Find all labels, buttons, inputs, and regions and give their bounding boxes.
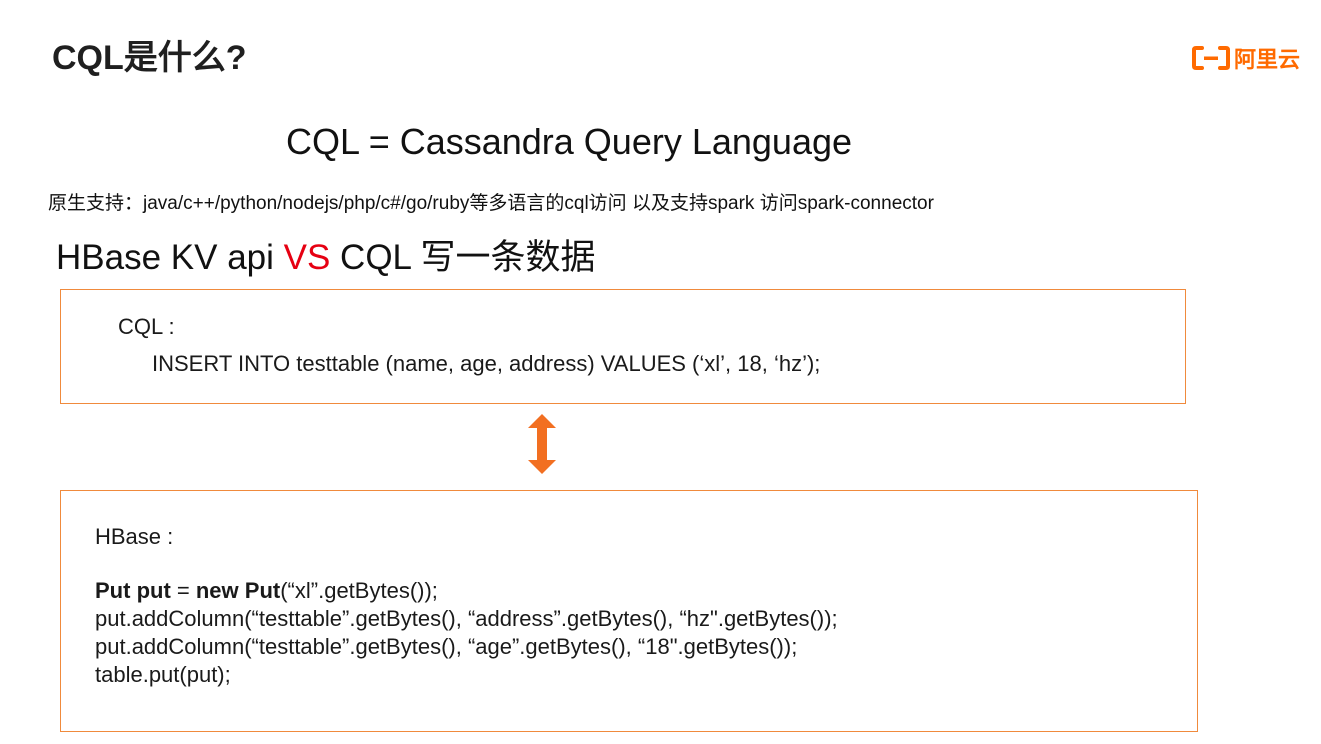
cql-code: INSERT INTO testtable (name, age, addres… — [152, 351, 821, 376]
slide-title: CQL是什么? — [52, 39, 247, 77]
logo-text: 阿里云 — [1234, 47, 1301, 72]
hbase-label: HBase : — [95, 524, 174, 549]
hbase-code-line-1: Put put = new Put(“xl”.getBytes()); — [95, 577, 838, 605]
cql-label: CQL : — [118, 314, 175, 339]
aliyun-bracket-icon — [1192, 46, 1230, 70]
headline: CQL = Cassandra Query Language — [286, 121, 853, 162]
code-text: (“xl”.getBytes()); — [280, 578, 438, 603]
comparison-left: HBase KV api — [56, 238, 284, 277]
code-keyword: Put — [95, 578, 131, 603]
code-keyword: put — [136, 578, 171, 603]
hbase-code-line-4: table.put(put); — [95, 662, 231, 687]
double-arrow-vertical-icon — [526, 414, 558, 479]
aliyun-logo: 阿里云 — [1192, 43, 1300, 73]
hbase-code-line-2: put.addColumn(“testtable”.getBytes(), “a… — [95, 606, 838, 631]
code-operator: = — [170, 578, 196, 603]
hbase-box: HBase : Put put = new Put(“xl”.getBytes(… — [60, 490, 1198, 732]
code-keyword: Put — [244, 578, 281, 603]
support-line: 原生支持：java/c++/python/nodejs/php/c#/go/ru… — [48, 193, 934, 214]
code-keyword: new — [195, 578, 239, 603]
comparison-heading: HBase KV api VS CQL 写一条数据 — [56, 229, 595, 280]
hbase-code: Put put = new Put(“xl”.getBytes()); put.… — [95, 577, 838, 689]
comparison-vs: VS — [283, 238, 331, 277]
hbase-code-line-3: put.addColumn(“testtable”.getBytes(), “a… — [95, 634, 798, 659]
cql-box: CQL : INSERT INTO testtable (name, age, … — [60, 289, 1186, 404]
comparison-right: CQL 写一条数据 — [330, 238, 596, 277]
